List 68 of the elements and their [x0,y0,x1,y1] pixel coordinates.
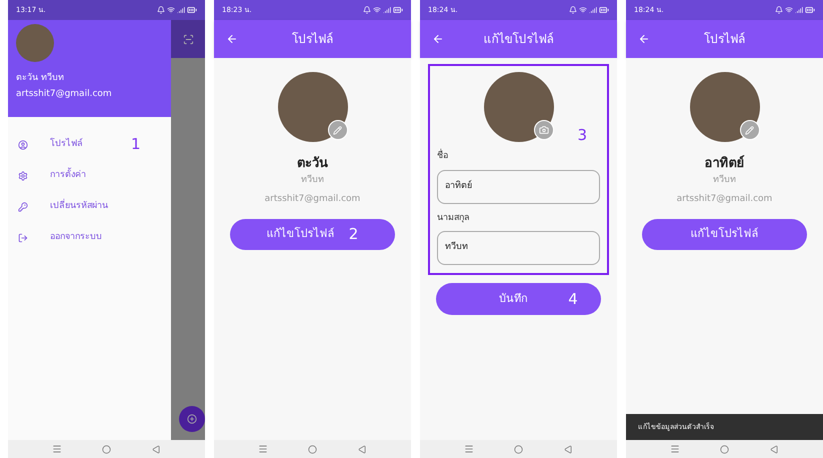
avatar-placeholder [16,24,54,62]
user-circle-icon [18,140,28,150]
signal-icon [383,6,391,14]
pencil-icon [333,126,342,134]
home-icon[interactable] [720,444,730,454]
drawer-menu-item[interactable]: ออกจากระบบ [8,222,171,253]
user-name: ตะวัน ทวีบท [16,72,65,85]
back-triangle-icon[interactable] [564,444,573,454]
app-bar-title: แก้ไขโปรไฟล์ [484,31,554,48]
user-email: artsshit7@gmail.com [16,88,113,100]
app-bar-title: โปรไฟล์ [292,31,333,48]
camera-icon [538,125,548,135]
menu-icon[interactable] [52,444,62,454]
drawer-menu-item[interactable]: การตั้งค่า [8,160,171,191]
edit-profile-button[interactable]: แก้ไขโปรไฟล์ [642,218,807,250]
input-field[interactable]: อาทิตย์ [437,170,600,204]
wifi-icon [785,6,793,14]
signal-icon [589,6,597,14]
wifi-icon [167,6,175,14]
bell-icon [157,6,165,14]
back-arrow-icon[interactable] [638,33,650,45]
wifi-icon [579,6,587,14]
annotation-number: 4 [568,288,578,310]
menu-icon[interactable] [258,444,268,454]
signal-icon [795,6,803,14]
email-text: artsshit7@gmail.com [264,193,360,206]
email-text: artsshit7@gmail.com [676,193,772,206]
home-icon[interactable] [308,444,318,454]
first-name: อาทิตย์ [704,154,744,173]
key-icon [18,202,28,212]
field-label: นามสกุล [437,212,471,224]
last-name: ทวีบท [301,174,324,186]
save-button[interactable]: บันทึก 4 [436,283,601,315]
back-triangle-icon[interactable] [358,444,367,454]
scan-icon[interactable] [182,34,194,44]
last-name: ทวีบท [713,174,736,186]
back-triangle-icon[interactable] [770,444,779,454]
gear-icon [18,170,28,180]
bell-icon [569,6,577,14]
wifi-icon [373,6,381,14]
bell-icon [363,6,371,14]
battery-icon [187,5,197,15]
battery-icon [599,5,609,15]
home-icon[interactable] [102,444,112,454]
annotation-number: 2 [348,224,358,245]
menu-icon[interactable] [670,444,680,454]
plus-icon [187,414,197,424]
signal-icon [177,6,185,14]
back-arrow-icon[interactable] [432,33,444,45]
pencil-icon [745,126,754,134]
drawer-menu-item[interactable]: โปรไฟล์ 1 [8,129,171,160]
input-field[interactable]: ทวีบท [437,231,600,265]
logout-icon [18,232,28,242]
floating-action-button[interactable] [179,406,205,432]
annotation-number: 3 [577,125,587,146]
back-triangle-icon[interactable] [152,444,161,454]
battery-icon [805,5,815,15]
annotation-number: 1 [131,134,141,156]
back-arrow-icon[interactable] [226,33,238,45]
first-name: ตะวัน [297,155,328,173]
menu-icon[interactable] [464,444,474,454]
home-icon[interactable] [514,444,524,454]
app-bar-title: โปรไฟล์ [704,31,745,48]
drawer-menu-item[interactable]: เปลี่ยนรหัสผ่าน [8,191,171,222]
field-label: ชื่อ [437,150,600,164]
bell-icon [775,6,783,14]
edit-profile-button[interactable]: แก้ไขโปรไฟล์ 2 [230,218,395,250]
battery-icon [393,5,403,15]
